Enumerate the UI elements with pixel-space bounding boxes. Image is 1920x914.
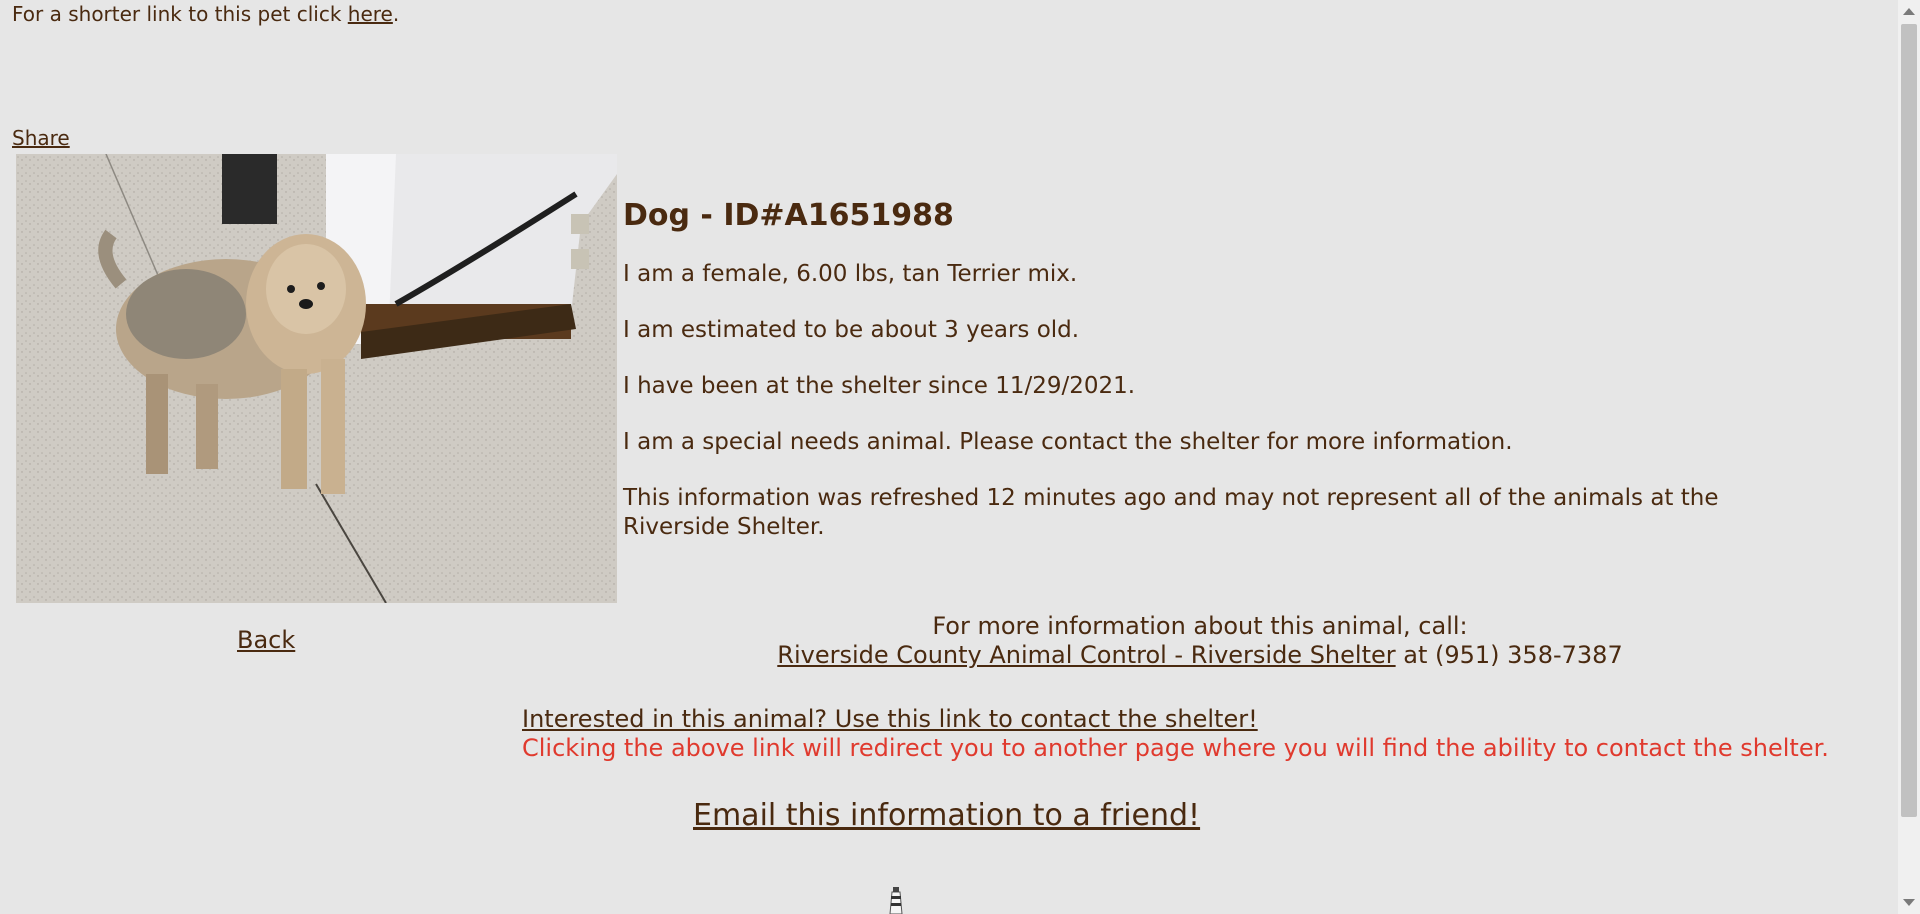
dog-photo-icon xyxy=(16,154,617,603)
interested-section: Interested in this animal? Use this link… xyxy=(522,705,1829,763)
redirect-warning: Clicking the above link will redirect yo… xyxy=(522,734,1829,762)
back-link[interactable]: Back xyxy=(237,626,295,654)
short-link-prefix: For a shorter link to this pet click xyxy=(12,2,348,26)
shelter-link[interactable]: Riverside County Animal Control - Rivers… xyxy=(777,641,1395,669)
contact-shelter-link[interactable]: Interested in this animal? Use this link… xyxy=(522,705,1258,733)
animal-info: Dog - ID#A1651988 I am a female, 6.00 lb… xyxy=(623,198,1823,569)
scroll-down-icon[interactable] xyxy=(1903,899,1915,906)
short-link-line: For a shorter link to this pet click her… xyxy=(12,2,399,26)
animal-age: I am estimated to be about 3 years old. xyxy=(623,317,1080,343)
animal-intake-date: I have been at the shelter since 11/29/2… xyxy=(623,373,1136,399)
scroll-up-icon[interactable] xyxy=(1903,8,1915,15)
email-friend-link[interactable]: Email this information to a friend! xyxy=(693,798,1200,833)
dog-photo xyxy=(16,154,617,603)
short-link-suffix: . xyxy=(392,2,400,26)
short-link[interactable]: here xyxy=(348,2,393,26)
contact-call-info: For more information about this animal, … xyxy=(600,612,1800,670)
lighthouse-icon xyxy=(885,886,907,914)
scrollbar-thumb[interactable] xyxy=(1901,24,1917,817)
pet-detail-page: For a shorter link to this pet click her… xyxy=(0,0,1898,914)
vertical-scrollbar[interactable] xyxy=(1898,0,1920,914)
refresh-note: This information was refreshed 12 minute… xyxy=(623,485,1719,540)
shelter-phone: at (951) 358-7387 xyxy=(1395,641,1623,669)
call-heading: For more information about this animal, … xyxy=(932,612,1468,640)
animal-description: I am a female, 6.00 lbs, tan Terrier mix… xyxy=(623,261,1078,287)
call-line: Riverside County Animal Control - Rivers… xyxy=(600,641,1800,670)
special-needs-note: I am a special needs animal. Please cont… xyxy=(623,429,1513,455)
animal-title: Dog - ID#A1651988 xyxy=(623,198,954,233)
share-link[interactable]: Share xyxy=(12,126,70,150)
